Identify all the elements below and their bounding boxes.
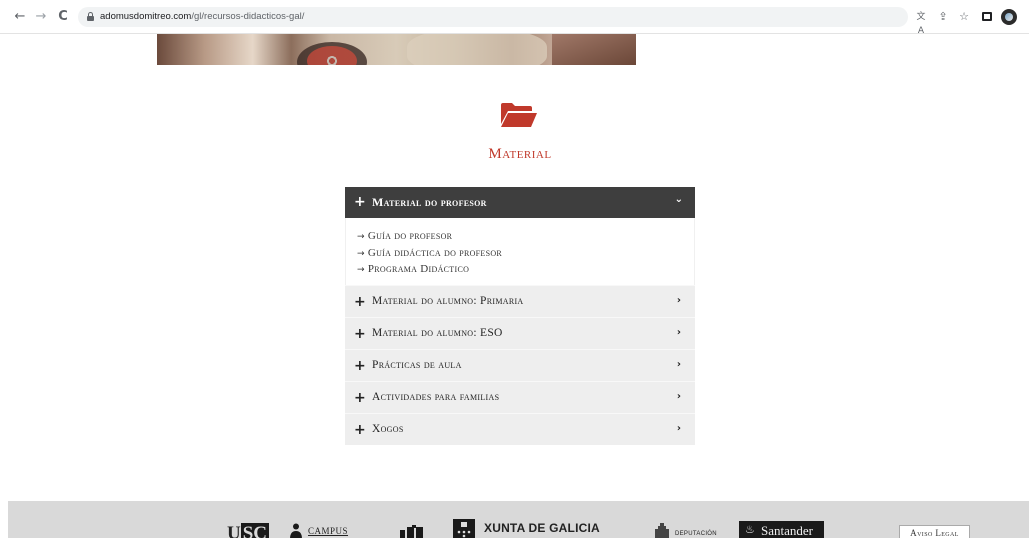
arrow-right-icon: → — [357, 248, 365, 259]
link-guia-didactica-profesor[interactable]: → Guía didáctica do profesor — [357, 246, 684, 263]
star-icon[interactable]: ☆ — [957, 10, 971, 24]
plus-icon: + — [354, 358, 366, 374]
usc-logo-u: U — [227, 523, 241, 538]
xunta-logo[interactable]: XUNTA DE GALICIA — [453, 519, 633, 538]
chevron-down-icon: ⌄ — [674, 194, 683, 205]
deputacion-crest-icon — [655, 523, 669, 538]
xunta-logo-text: XUNTA DE GALICIA — [484, 521, 600, 535]
deputacion-logo-text: DEPUTACIÓN — [675, 531, 717, 537]
accordion-item-label: Prácticas de aula — [372, 359, 462, 371]
reload-icon[interactable]: C — [55, 9, 71, 25]
accordion-item-eso[interactable]: + Material do alumno: ESO › — [345, 317, 695, 349]
legal-notice-button[interactable]: Aviso Legal — [899, 525, 970, 538]
plus-icon: + — [354, 294, 366, 310]
accordion-header-label: Material do profesor — [372, 195, 487, 209]
profile-icon[interactable] — [1001, 9, 1017, 25]
translate-icon[interactable]: 文A — [914, 10, 928, 36]
url-path: /gl/recursos-didacticos-gal/ — [191, 11, 305, 22]
accordion-item-primaria[interactable]: + Material do alumno: Primaria › — [345, 285, 695, 317]
url-text[interactable]: adomusdomitreo.com/gl/recursos-didactico… — [100, 10, 304, 24]
link-label: Guía didáctica do profesor — [367, 246, 503, 259]
chevron-right-icon: › — [676, 391, 681, 402]
accordion-item-practicas[interactable]: + Prácticas de aula › — [345, 349, 695, 381]
section-title: Material — [488, 146, 552, 162]
accordion: + Material do profesor ⌄ → Guía do profes… — [345, 187, 695, 445]
xunta-crest-icon — [453, 519, 475, 538]
url-domain: adomusdomitreo.com — [100, 11, 192, 22]
side-panel-icon[interactable] — [980, 10, 994, 24]
plus-icon: + — [354, 422, 366, 438]
accordion-item-label: Xogos — [372, 423, 404, 435]
museum-logo[interactable] — [400, 525, 428, 538]
santander-logo-text: Santander — [761, 523, 813, 538]
link-label: Guía do profesor — [367, 230, 453, 242]
accordion-item-label: Actividades para familias — [372, 391, 500, 403]
footer: U SC CAMPUS XUNTA DE GALICIA DEPUTACIÓN ♨… — [8, 501, 1029, 538]
santander-flame-icon: ♨ — [745, 523, 755, 536]
hero-image — [157, 34, 636, 65]
link-guia-profesor[interactable]: → Guía do profesor — [357, 229, 684, 246]
chevron-right-icon: › — [676, 327, 681, 338]
link-label: Programa Didáctico — [367, 263, 470, 275]
accordion-item-xogos[interactable]: + Xogos › — [345, 413, 695, 445]
plus-icon: + — [354, 194, 366, 210]
plus-icon: + — [354, 390, 366, 406]
chevron-right-icon: › — [676, 359, 681, 370]
browser-toolbar: ← → C adomusdomitreo.com/gl/recursos-did… — [0, 0, 1029, 36]
person-icon — [290, 523, 302, 538]
back-icon[interactable]: ← — [12, 9, 28, 25]
share-icon[interactable]: ⇪ — [936, 10, 950, 24]
accordion-item-familias[interactable]: + Actividades para familias › — [345, 381, 695, 413]
accordion-item-label: Material do alumno: ESO — [372, 327, 503, 339]
folder-open-icon — [501, 103, 537, 127]
chevron-right-icon: › — [676, 423, 681, 434]
deputacion-logo[interactable]: DEPUTACIÓN — [653, 523, 723, 538]
santander-logo[interactable]: ♨ Santander — [739, 521, 824, 538]
usc-logo[interactable]: U SC — [227, 523, 270, 538]
accordion-item-label: Material do alumno: Primaria — [372, 295, 524, 307]
link-programa-didactico[interactable]: → Programa Didáctico — [357, 262, 684, 279]
address-bar[interactable]: adomusdomitreo.com/gl/recursos-didactico… — [78, 7, 908, 27]
usc-logo-sc: SC — [240, 523, 270, 538]
campus-logo[interactable]: CAMPUS — [289, 523, 359, 538]
lock-icon[interactable] — [87, 12, 94, 21]
arrow-right-icon: → — [357, 265, 365, 275]
plus-icon: + — [354, 326, 366, 342]
arrow-right-icon: → — [357, 232, 365, 242]
accordion-header-material-profesor[interactable]: + Material do profesor ⌄ — [345, 187, 695, 218]
campus-logo-text: CAMPUS — [308, 526, 349, 536]
forward-icon[interactable]: → — [33, 9, 49, 25]
chevron-right-icon: › — [676, 295, 681, 306]
accordion-panel: → Guía do profesor → Guía didáctica do pro… — [345, 218, 695, 285]
